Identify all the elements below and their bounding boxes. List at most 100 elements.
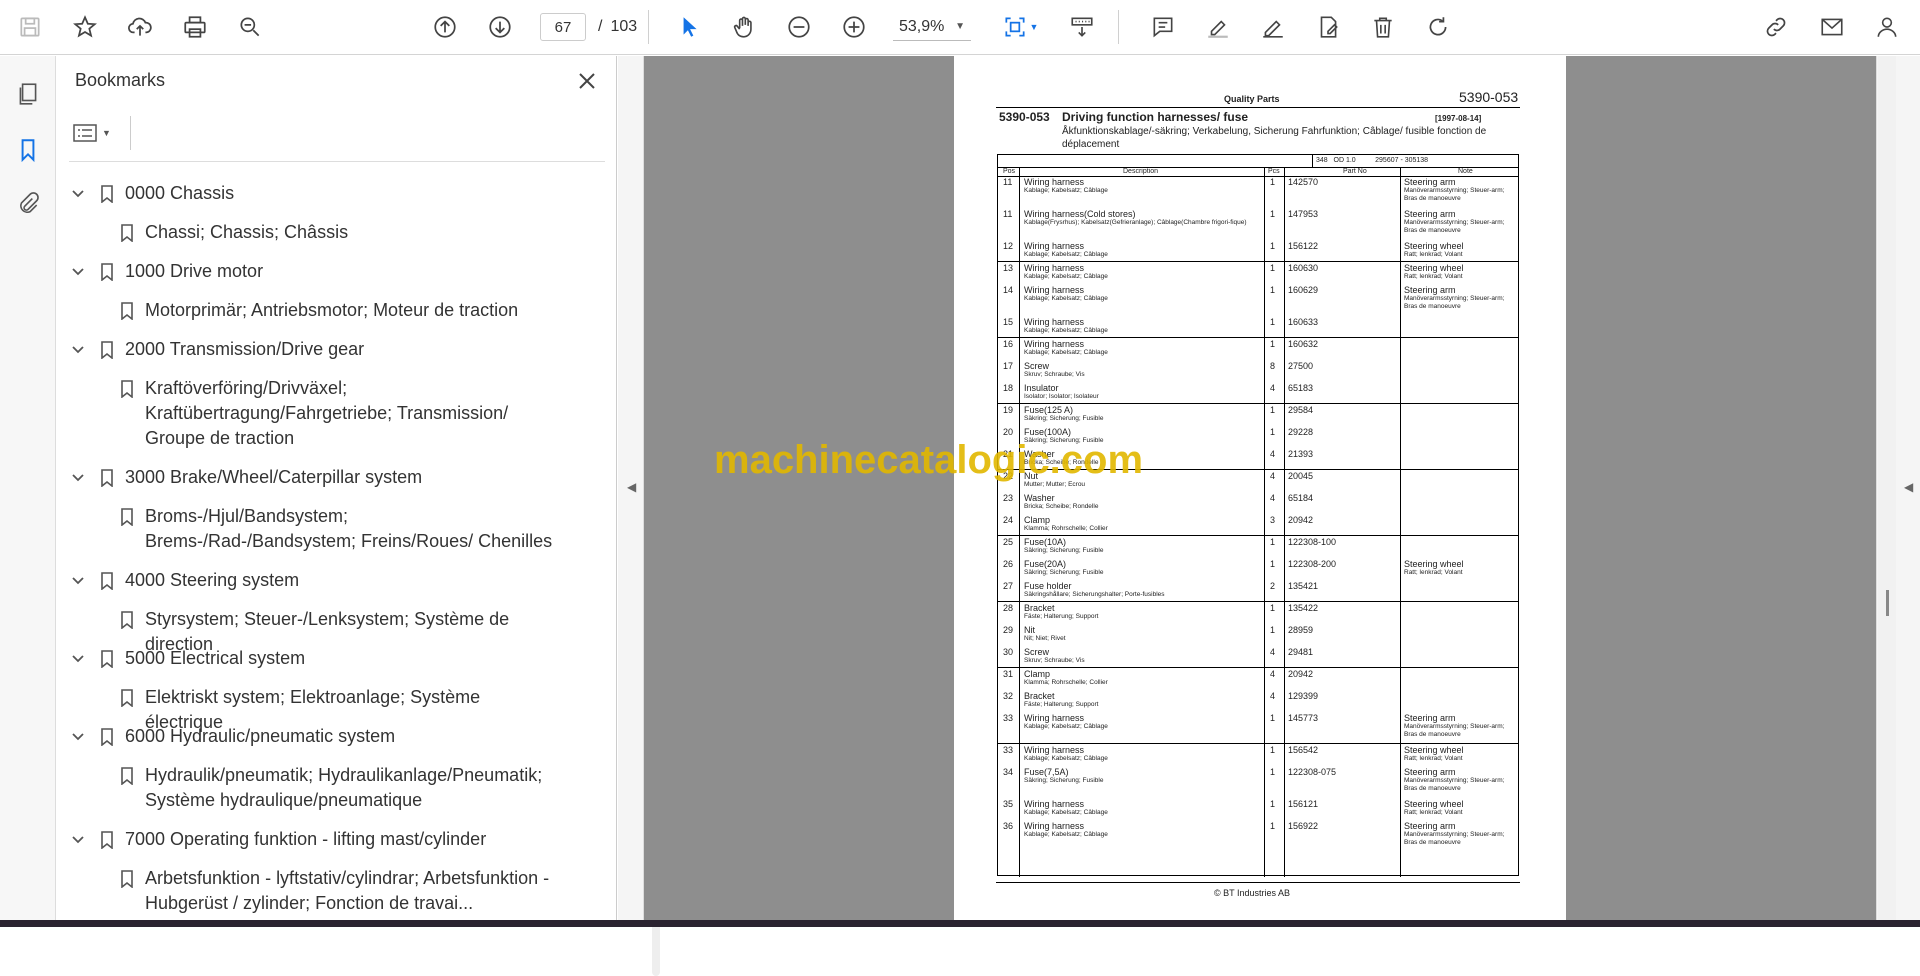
share-link-icon[interactable]	[1759, 10, 1793, 44]
bookmark-icon	[117, 763, 137, 788]
select-arrow-icon[interactable]	[672, 10, 706, 44]
cell-pos: 26	[1003, 559, 1014, 569]
bookmark-parent[interactable]: 4000 Steering system	[57, 568, 592, 593]
save-icon[interactable]	[13, 10, 47, 44]
bookmark-icon	[97, 646, 117, 671]
bookmark-child[interactable]: Chassi; Chassis; Châssis	[57, 220, 592, 245]
bookmarks-icon[interactable]	[10, 132, 46, 168]
chevron-down-icon[interactable]	[68, 724, 88, 749]
cell-note-translation: Manöverarmsstyrning; Steuer-arm; Bras de…	[1404, 777, 1505, 792]
group-divider	[998, 403, 1518, 404]
collapse-left-arrow-icon[interactable]: ◀	[627, 480, 636, 494]
print-icon[interactable]	[178, 10, 212, 44]
cell-description: Nit	[1024, 625, 1035, 635]
cell-description-translation: Fäste; Halterung; Support	[1024, 701, 1099, 708]
cell-description: Wiring harness	[1024, 799, 1085, 809]
bookmark-parent[interactable]: 3000 Brake/Wheel/Caterpillar system	[57, 465, 592, 490]
page-number-input[interactable]	[540, 13, 586, 41]
bookmark-child[interactable]: Styrsystem; Steuer-/Lenksystem; Système …	[57, 607, 592, 654]
bookmark-parent[interactable]: 2000 Transmission/Drive gear	[57, 337, 592, 362]
fit-dropdown-chevron-icon[interactable]: ▼	[1026, 10, 1042, 44]
cell-description-translation: Skruv; Schraube; Vis	[1024, 371, 1085, 378]
star-icon[interactable]	[68, 10, 102, 44]
table-rule	[1019, 167, 1020, 877]
header-quality: Quality Parts	[1224, 94, 1280, 104]
document-scrollbar[interactable]	[1878, 56, 1896, 920]
bookmark-icon	[117, 685, 137, 710]
bookmark-child[interactable]: Arbetsfunktion - lyftstativ/cylindrar; A…	[57, 866, 592, 916]
highlight-icon[interactable]	[1201, 10, 1235, 44]
rotate-icon[interactable]	[1421, 10, 1455, 44]
email-icon[interactable]	[1815, 10, 1849, 44]
bookmark-options-button[interactable]: ▼	[73, 118, 123, 148]
group-divider	[998, 337, 1518, 338]
cell-pcs: 1	[1270, 405, 1276, 415]
cell-note: Steering arm	[1404, 713, 1456, 723]
chevron-down-icon[interactable]	[68, 646, 88, 671]
cell-description: Wiring harness	[1024, 339, 1085, 349]
cell-pos: 28	[1003, 603, 1014, 613]
comment-icon[interactable]	[1146, 10, 1180, 44]
cell-pos: 32	[1003, 691, 1014, 701]
upload-icon[interactable]	[123, 10, 157, 44]
col-header-pcs: Pcs	[1268, 168, 1280, 175]
page-up-icon[interactable]	[428, 10, 462, 44]
scroll-mode-icon[interactable]	[1065, 10, 1099, 44]
bookmark-parent[interactable]: 6000 Hydraulic/pneumatic system	[57, 724, 592, 749]
delete-icon[interactable]	[1366, 10, 1400, 44]
pdf-page: Quality Parts 5390-053 5390-053 Driving …	[954, 56, 1566, 920]
zoom-search-icon[interactable]	[233, 10, 267, 44]
bookmark-child[interactable]: Motorprimär; Antriebsmotor; Moteur de tr…	[57, 298, 592, 323]
bookmark-parent[interactable]: 5000 Electrical system	[57, 646, 592, 671]
hand-icon[interactable]	[727, 10, 761, 44]
zoom-level-dropdown[interactable]: 53,9% ▼	[893, 13, 971, 41]
list-options-icon	[73, 124, 97, 142]
cell-description-translation: Kablage; Kabelsatz; Câblage	[1024, 809, 1108, 816]
bookmark-label: 1000 Drive motor	[125, 261, 264, 281]
chevron-down-icon[interactable]	[68, 827, 88, 852]
header-code: 5390-053	[1459, 89, 1519, 105]
bookmark-child[interactable]: Hydraulik/pneumatik; Hydraulikanlage/Pne…	[57, 763, 592, 813]
cell-description-translation: Fäste; Halterung; Support	[1024, 613, 1099, 620]
page-down-icon[interactable]	[483, 10, 517, 44]
cell-note: Steering wheel	[1404, 559, 1464, 569]
edit-text-icon[interactable]	[1311, 10, 1345, 44]
sign-icon[interactable]	[1256, 10, 1290, 44]
cell-note-translation: Ratt; lenkrad; Volant	[1404, 569, 1463, 576]
cell-partno: 156122	[1288, 241, 1319, 251]
cell-description-translation: Kablage; Kabelsatz; Câblage	[1024, 295, 1108, 302]
user-icon[interactable]	[1870, 10, 1904, 44]
bookmark-child[interactable]: Kraftöverföring/Drivväxel; Kraftübertrag…	[57, 376, 592, 451]
document-scrollbar-thumb[interactable]	[1886, 590, 1889, 616]
bookmark-child[interactable]: Elektriskt system; Elektroanlage; Systèm…	[57, 685, 592, 732]
attachments-icon[interactable]	[10, 186, 46, 222]
close-icon[interactable]	[572, 66, 602, 96]
cell-description-translation: Bricka; Scheibe; Rondelle	[1024, 503, 1099, 510]
bookmark-parent[interactable]: 1000 Drive motor	[57, 259, 592, 284]
chevron-down-icon[interactable]	[68, 568, 88, 593]
cell-note-translation: Ratt; lenkrad; Volant	[1404, 755, 1463, 762]
cell-pcs: 2	[1270, 581, 1276, 591]
bookmark-parent[interactable]: 0000 Chassis	[57, 181, 592, 206]
chevron-down-icon[interactable]	[68, 181, 88, 206]
expand-right-arrow-icon[interactable]: ◀	[1904, 480, 1913, 494]
bookmark-label: Broms-/Hjul/Bandsystem; Brems-/Rad-/Band…	[145, 506, 553, 551]
cell-description-translation: Säkring; Sicherung; Fusible	[1024, 547, 1104, 554]
cell-description: Wiring harness	[1024, 285, 1085, 295]
page-thumbnails-icon[interactable]	[10, 76, 46, 112]
zoom-out-icon[interactable]	[782, 10, 816, 44]
chevron-down-icon[interactable]	[68, 337, 88, 362]
cell-pos: 23	[1003, 493, 1014, 503]
chevron-down-icon[interactable]	[68, 465, 88, 490]
bookmark-parent[interactable]: 7000 Operating funktion - lifting mast/c…	[57, 827, 592, 852]
table-rule	[1284, 167, 1285, 877]
zoom-in-icon[interactable]	[837, 10, 871, 44]
bookmark-child[interactable]: Broms-/Hjul/Bandsystem; Brems-/Rad-/Band…	[57, 504, 592, 554]
cell-pcs: 1	[1270, 799, 1276, 809]
cell-note: Steering arm	[1404, 209, 1456, 219]
cell-description-translation: Kablage; Kabelsatz; Câblage	[1024, 755, 1108, 762]
cell-partno: 160632	[1288, 339, 1319, 349]
chevron-down-icon[interactable]	[68, 259, 88, 284]
cell-pos: 24	[1003, 515, 1014, 525]
bookmark-icon	[117, 298, 137, 323]
